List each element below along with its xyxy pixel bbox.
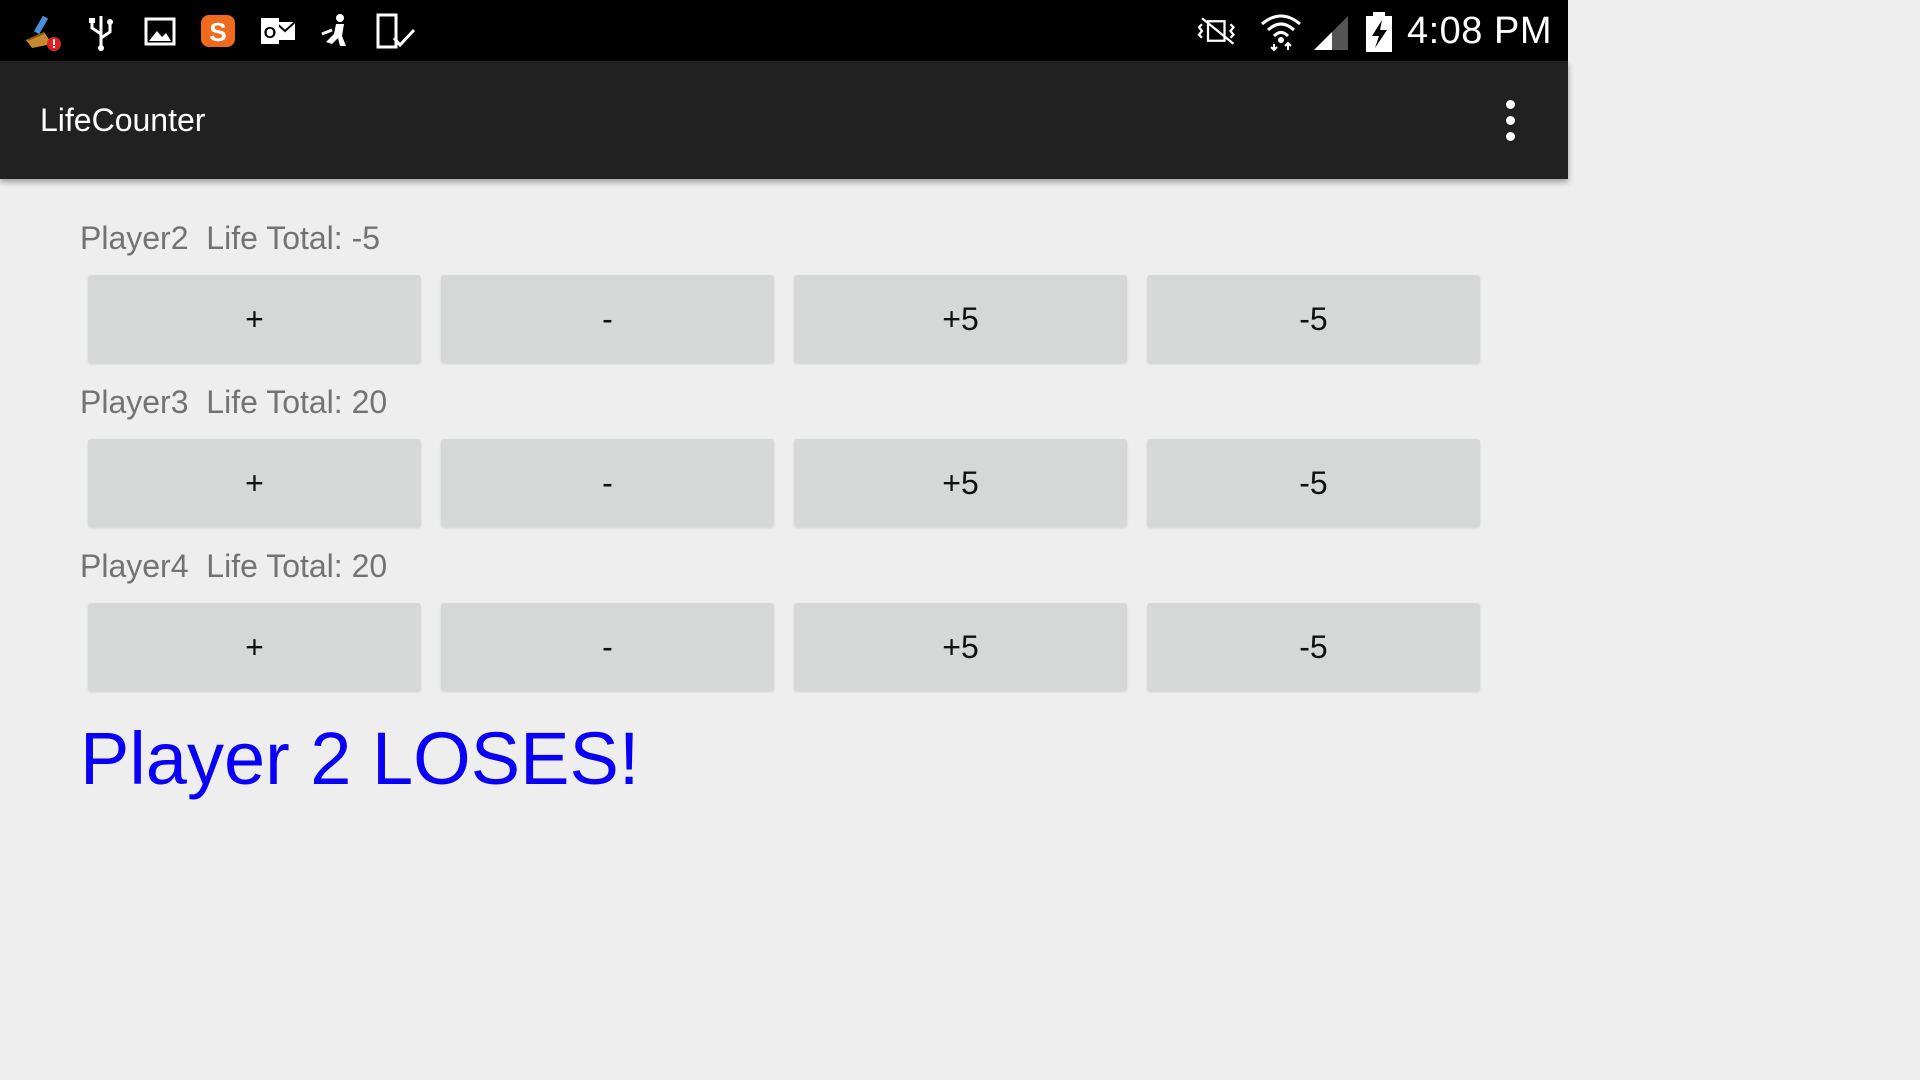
action-bar: LifeCounter xyxy=(0,61,1568,179)
signal-icon xyxy=(1310,10,1352,52)
status-bar: S O 4:08 PM xyxy=(0,0,1568,61)
sogou-icon: S xyxy=(197,10,239,52)
player4-plus-button[interactable]: + xyxy=(88,603,421,691)
wifi-icon xyxy=(1260,10,1302,52)
player4-button-row: + - +5 -5 xyxy=(88,603,1480,691)
player3-button-row: + - +5 -5 xyxy=(88,439,1480,527)
svg-text:S: S xyxy=(209,17,226,47)
player3-plus5-button[interactable]: +5 xyxy=(794,439,1127,527)
app-title: LifeCounter xyxy=(40,102,206,138)
player2-life-label: Player2 Life Total: -5 xyxy=(80,220,381,256)
player4-minus5-button[interactable]: -5 xyxy=(1147,603,1480,691)
player2-button-row: + - +5 -5 xyxy=(88,275,1480,363)
player3-plus-button[interactable]: + xyxy=(88,439,421,527)
player3-minus-button[interactable]: - xyxy=(441,439,774,527)
player3-life-label: Player3 Life Total: 20 xyxy=(80,384,388,420)
player2-plus5-button[interactable]: +5 xyxy=(794,275,1127,363)
player3-minus5-button[interactable]: -5 xyxy=(1147,439,1480,527)
vibrate-mute-icon xyxy=(1196,10,1238,52)
usb-icon xyxy=(80,10,122,52)
cleaner-icon xyxy=(22,10,64,52)
player2-plus-button[interactable]: + xyxy=(88,275,421,363)
player2-minus5-button[interactable]: -5 xyxy=(1147,275,1480,363)
battery-charging-icon xyxy=(1358,10,1400,52)
player4-plus5-button[interactable]: +5 xyxy=(794,603,1127,691)
outlook-icon: O xyxy=(257,10,299,52)
device-check-icon xyxy=(374,10,416,52)
clock: 4:08 PM xyxy=(1406,10,1552,52)
player-loses-message: Player 2 LOSES! xyxy=(80,717,640,800)
more-vert-icon[interactable] xyxy=(1488,94,1532,146)
player4-minus-button[interactable]: - xyxy=(441,603,774,691)
download-icon xyxy=(316,10,358,52)
player4-life-label: Player4 Life Total: 20 xyxy=(80,548,388,584)
player2-minus-button[interactable]: - xyxy=(441,275,774,363)
svg-text:O: O xyxy=(264,25,276,42)
gallery-icon xyxy=(139,10,181,52)
